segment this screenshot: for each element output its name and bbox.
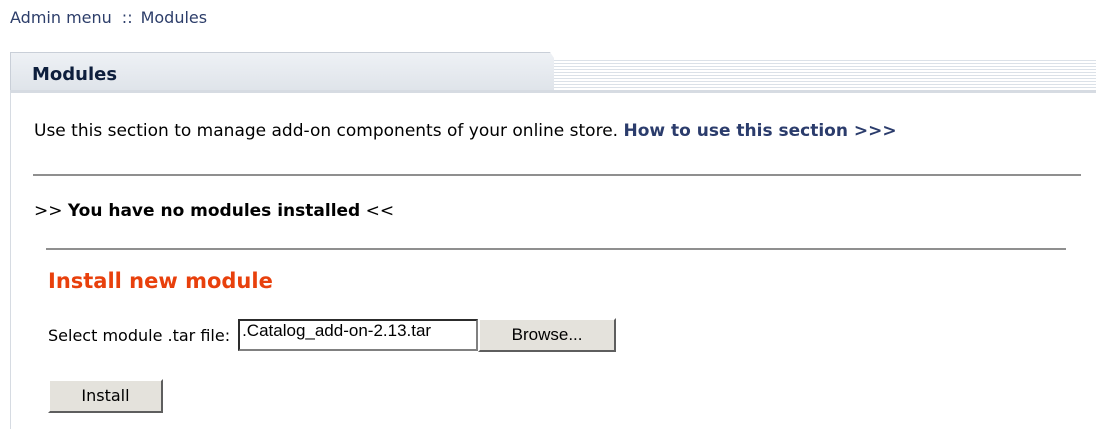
section-description: Use this section to manage add-on compon…: [34, 120, 1084, 142]
modules-status: >> You have no modules installed <<: [34, 201, 394, 221]
browse-button[interactable]: Browse...: [478, 318, 617, 352]
status-prefix: >>: [34, 201, 63, 221]
status-suffix: <<: [365, 201, 395, 221]
install-button[interactable]: Install: [48, 379, 163, 413]
install-divider: [46, 248, 1066, 250]
divider: [33, 174, 1081, 176]
breadcrumb-current: Modules: [140, 8, 208, 27]
description-text: Use this section to manage add-on compon…: [34, 121, 624, 141]
panel-body: [10, 93, 1096, 429]
panel-header-decoration: [554, 58, 1096, 90]
breadcrumb-admin-menu[interactable]: Admin menu: [10, 8, 112, 27]
install-section-title: Install new module: [48, 269, 273, 293]
how-to-use-link[interactable]: How to use this section >>>: [623, 121, 896, 141]
status-message: You have no modules installed: [67, 201, 361, 221]
panel-title: Modules: [32, 64, 118, 85]
breadcrumb: Admin menu:: Modules: [10, 8, 207, 27]
breadcrumb-separator: ::: [121, 8, 133, 27]
file-select-label: Select module .tar file:: [48, 325, 231, 345]
module-file-input[interactable]: .Catalog_add-on-2.13.tar: [238, 319, 479, 351]
file-select-row: Select module .tar file: .Catalog_add-on…: [48, 317, 617, 353]
